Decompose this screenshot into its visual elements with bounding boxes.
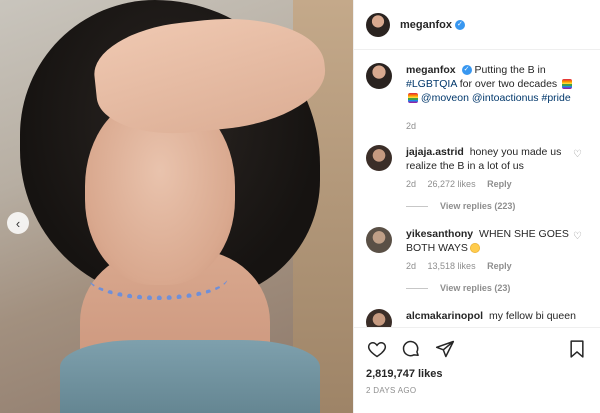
author-username[interactable]: meganfox: [400, 19, 452, 31]
caption-text: Putting the B in: [474, 64, 546, 76]
commenter-username[interactable]: yikesanthony: [406, 228, 473, 240]
comment-item: alcmakarinopol my fellow bi queen: [366, 309, 590, 327]
view-replies-button[interactable]: View replies (223): [406, 201, 590, 211]
comment-item: yikesanthony WHEN SHE GOES BOTH WAYS 2d …: [366, 227, 590, 273]
post-photo[interactable]: ‹: [0, 0, 353, 413]
verified-badge-icon: ✓: [454, 19, 465, 30]
comment-text: my fellow bi queen: [488, 310, 576, 322]
mention-link[interactable]: @moveon: [421, 92, 469, 104]
reply-button[interactable]: Reply: [487, 179, 512, 189]
reply-button[interactable]: Reply: [487, 261, 512, 271]
post-footer: 2,819,747 likes 2 DAYS AGO: [354, 327, 600, 413]
mention-link[interactable]: @intoactionus: [472, 92, 539, 104]
post-header: meganfox ✓: [354, 0, 600, 50]
hashtag-link[interactable]: #pride: [541, 92, 570, 104]
divider: [406, 287, 428, 289]
comment-likes[interactable]: 26,272 likes: [428, 179, 476, 189]
caption-text-2: for over two decades: [459, 78, 558, 90]
share-icon[interactable]: [434, 338, 456, 360]
instagram-post: ‹ meganfox ✓ meganfox ✓ Putting the B in …: [0, 0, 600, 413]
caption-username[interactable]: meganfox: [406, 64, 456, 76]
view-replies-button[interactable]: View replies (23): [406, 283, 590, 293]
heart-icon[interactable]: [366, 338, 388, 360]
view-replies-label: View replies (223): [440, 201, 516, 211]
caption-age: 2d: [406, 121, 417, 131]
photo-top: [60, 340, 320, 413]
heart-icon[interactable]: ♡: [573, 149, 582, 160]
commenter-username[interactable]: jajaja.astrid: [406, 146, 464, 158]
bookmark-icon[interactable]: [566, 338, 588, 360]
caption-avatar[interactable]: [366, 63, 392, 89]
heart-icon[interactable]: ♡: [573, 231, 582, 242]
commenter-avatar[interactable]: [366, 309, 392, 327]
comment-likes[interactable]: 13,518 likes: [428, 261, 476, 271]
comment-age: 2d: [406, 261, 417, 271]
rainbow-flag-icon: [408, 93, 418, 104]
view-replies-label: View replies (23): [440, 283, 511, 293]
rainbow-flag-icon: [562, 79, 573, 90]
action-bar: [366, 338, 588, 360]
comment-age: 2d: [406, 179, 417, 189]
commenter-avatar[interactable]: [366, 145, 392, 171]
comment-item: jajaja.astrid honey you made us realize …: [366, 145, 590, 191]
post-sidebar: meganfox ✓ meganfox ✓ Putting the B in #L…: [353, 0, 600, 413]
comment-icon[interactable]: [400, 338, 422, 360]
divider: [406, 205, 428, 207]
comments-list[interactable]: meganfox ✓ Putting the B in #LGBTQIA for …: [354, 51, 600, 327]
hashtag-link[interactable]: #LGBTQIA: [406, 78, 457, 90]
heart-eyes-face-icon: [469, 243, 480, 254]
verified-badge-icon: ✓: [461, 65, 472, 76]
post-timestamp[interactable]: 2 DAYS AGO: [366, 386, 588, 395]
chevron-left-icon[interactable]: ‹: [7, 212, 29, 234]
likes-count[interactable]: 2,819,747 likes: [366, 368, 588, 380]
photo-necklace: [88, 255, 228, 300]
caption: meganfox ✓ Putting the B in #LGBTQIA for …: [366, 63, 590, 133]
commenter-avatar[interactable]: [366, 227, 392, 253]
author-avatar[interactable]: [366, 12, 390, 37]
commenter-username[interactable]: alcmakarinopol: [406, 310, 483, 322]
